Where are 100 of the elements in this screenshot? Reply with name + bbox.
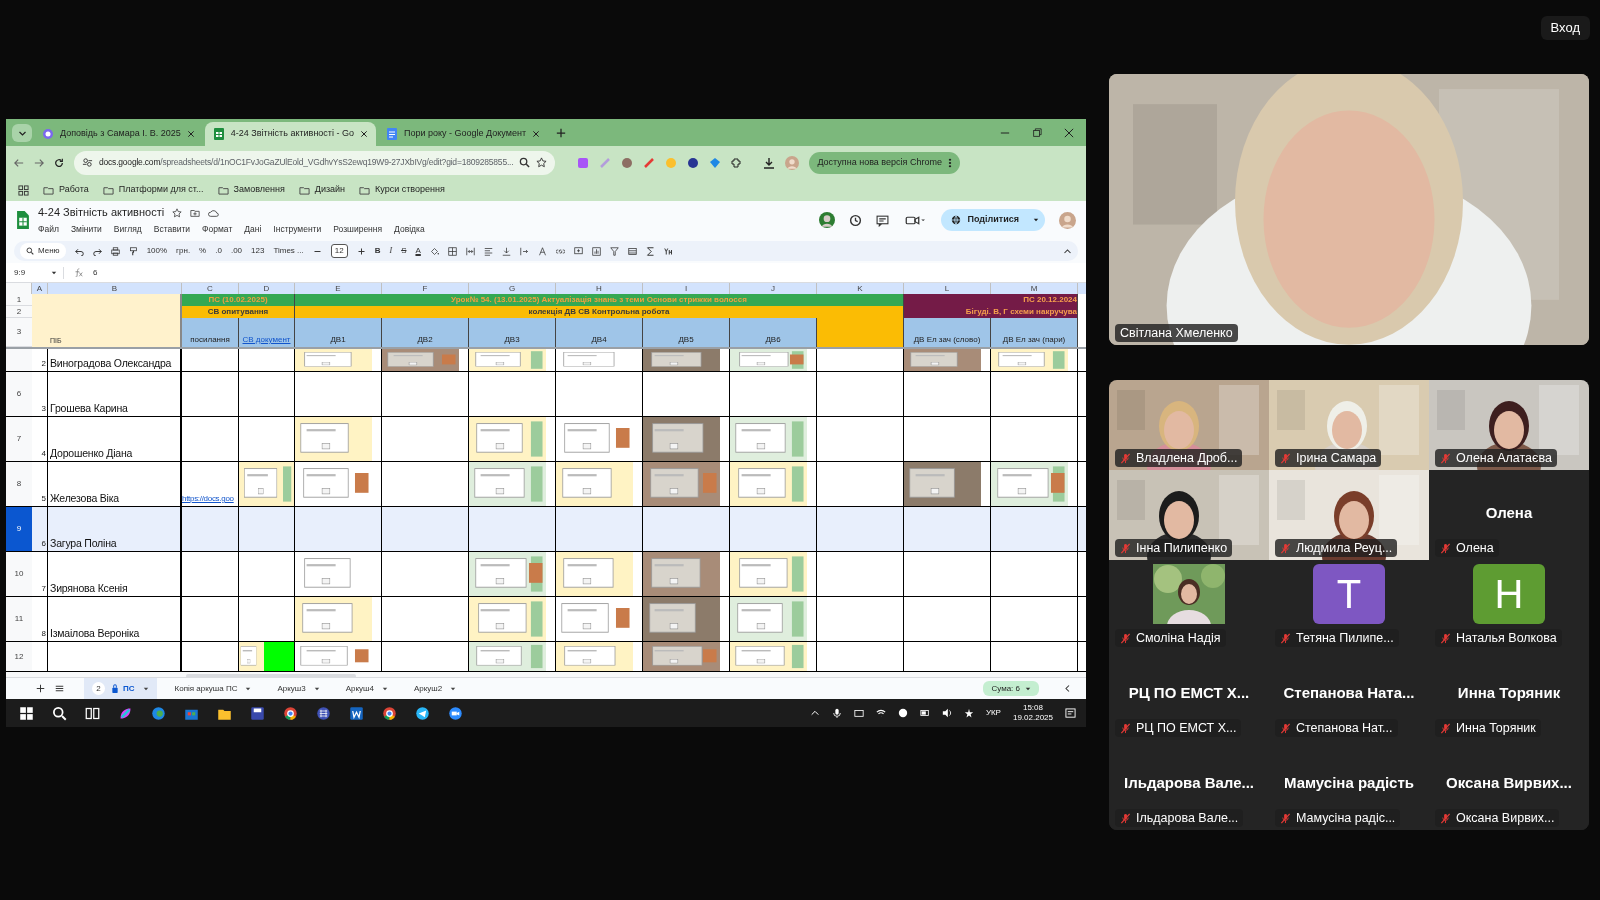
zoom-select[interactable]: 100%: [146, 245, 168, 257]
menu-item[interactable]: Дані: [244, 222, 262, 236]
strikethrough-button[interactable]: S: [401, 245, 407, 257]
language-indicator[interactable]: УКР: [985, 707, 1001, 719]
font-size-field[interactable]: 12: [330, 244, 348, 258]
participant-name: Мамусіна радість: [1283, 773, 1415, 793]
name-label: Олена Алатаєва: [1435, 449, 1557, 467]
clock[interactable]: 15:08 19.02.2025: [1012, 703, 1053, 723]
row-number[interactable]: 7: [6, 417, 32, 461]
decrease-decimals[interactable]: .0: [215, 245, 222, 257]
bookmark[interactable]: Дизайн: [298, 183, 346, 197]
participant-name: Олена: [1485, 503, 1533, 523]
share-button[interactable]: Поділитися: [941, 209, 1045, 231]
table-cell: 6: [32, 507, 48, 551]
header-cell: СВ опитування: [207, 306, 269, 318]
menu-item[interactable]: Файл: [38, 222, 59, 236]
header-cell: колекція ДВ СВ Контрольна робота: [528, 306, 670, 318]
bold-button[interactable]: B: [374, 245, 381, 257]
header-cell: ПС 20.12.2024: [1023, 294, 1077, 306]
menu-item[interactable]: Довідка: [394, 222, 425, 236]
bookmark[interactable]: Курси створення: [359, 183, 445, 197]
participant-name: Оксана Вирвих...: [1446, 773, 1572, 793]
increase-decimals[interactable]: .00: [230, 245, 243, 257]
column-label: ДВ4: [591, 334, 607, 346]
avatar: T: [1313, 564, 1385, 624]
menu-item[interactable]: Вставити: [153, 222, 191, 236]
row-number[interactable]: 11: [6, 597, 32, 641]
row-number[interactable]: 3: [6, 318, 32, 347]
browser-tab[interactable]: Доповідь з Самара І. В. 2025: [34, 122, 203, 146]
name-label: Олена: [1435, 539, 1499, 557]
name-label: Інна Пилипенко: [1115, 539, 1233, 557]
sheet-tab[interactable]: 2 ПС: [84, 677, 157, 699]
row-number[interactable]: 1: [6, 294, 32, 306]
name-label: Людмила Реуц...: [1275, 539, 1398, 557]
address-bar[interactable]: docs.google.com/spreadsheets/d/1nOC1FvJoGaZUlEold_VGdhvYsS2ewq19W9-27JXbIVg/edit?gid=1809285855...: [74, 150, 556, 175]
column-label: ДВ2: [417, 334, 433, 346]
sheet-tab[interactable]: Копія аркуша ПС: [166, 677, 260, 699]
header-cell: Бігуді. В, Г схеми накручува: [965, 306, 1077, 318]
column-label: посилання: [190, 334, 230, 346]
menu-item[interactable]: Формат: [202, 222, 233, 236]
percent-format[interactable]: %: [199, 245, 207, 257]
browser-tab[interactable]: 4-24 Звітність активності - Go: [204, 122, 376, 146]
menu-search-field[interactable]: Меню: [20, 243, 66, 259]
formula-field[interactable]: 6: [93, 266, 98, 279]
participant-name: Инна Торяник: [1457, 683, 1561, 703]
column-label: ДВ Ел зач (пари): [1002, 334, 1066, 346]
participant-name: Степанова Ната...: [1283, 683, 1415, 703]
row-number[interactable]: 9: [6, 507, 32, 551]
sheet-tab[interactable]: Аркуш4: [337, 677, 396, 699]
name-box[interactable]: 9:9: [14, 266, 64, 279]
update-chrome-button[interactable]: Доступна нова версія Chrome: [809, 151, 960, 174]
name-label: Оксана Вирвих...: [1435, 809, 1560, 827]
name-label: Мамусіна радіс...: [1275, 809, 1401, 827]
row-number[interactable]: 6: [6, 372, 32, 416]
name-label: Владлена Дроб...: [1115, 449, 1243, 467]
table-cell: 5: [32, 462, 48, 506]
menu-item[interactable]: Розширення: [333, 222, 383, 236]
text-color-button[interactable]: A: [415, 245, 421, 257]
sign-in-button[interactable]: Вход: [1540, 16, 1590, 40]
link[interactable]: https://docs.goo: [182, 493, 234, 505]
column-label: ДВ5: [678, 334, 694, 346]
row-number[interactable]: 8: [6, 462, 32, 506]
name-label: Смоліна Надія: [1115, 629, 1226, 647]
document-title[interactable]: 4-24 Звітність активності: [38, 204, 165, 221]
table-cell: 8: [32, 597, 48, 641]
browser-tab[interactable]: Пори року - Google Документ: [378, 122, 548, 146]
table-cell: 3: [32, 372, 48, 416]
name-label: Ірина Самара: [1275, 449, 1382, 467]
currency-format[interactable]: грн.: [176, 245, 191, 257]
name-label: Инна Торяник: [1435, 719, 1541, 737]
column-label: ДВ3: [504, 334, 520, 346]
bookmark[interactable]: Платформи для ст...: [102, 183, 204, 197]
table-cell: 7: [32, 552, 48, 596]
row-number[interactable]: 10: [6, 552, 32, 596]
column-label: ДВ6: [765, 334, 781, 346]
bookmark[interactable]: Замовлення: [217, 183, 285, 197]
name-label: Наталья Волкова: [1435, 629, 1562, 647]
name-label: РЦ ПО ЕМСТ Х...: [1115, 719, 1242, 737]
bookmark[interactable]: Работа: [43, 183, 89, 197]
sheet-tab[interactable]: Аркуш3: [269, 677, 328, 699]
row-number[interactable]: 2: [6, 306, 32, 318]
italic-button[interactable]: I: [389, 245, 393, 257]
avatar: H: [1473, 564, 1545, 624]
url-text: docs.google.com/spreadsheets/d/1nOC1FvJoGaZUlEold_VGdhvYsS2ewq19W9-27JXbIVg/edit?gid=1809285855...: [99, 156, 514, 169]
participant-name: РЦ ПО ЕМСТ Х...: [1128, 683, 1250, 703]
menu-item[interactable]: Змінити: [70, 222, 102, 236]
sum-button[interactable]: Сума: 6: [983, 681, 1039, 696]
number-format[interactable]: 123: [251, 245, 265, 257]
menu-item[interactable]: Інструменти: [273, 222, 322, 236]
column-label: ДВ Ел зач (слово): [913, 334, 981, 346]
count-badge: 2: [92, 682, 105, 695]
menu-item[interactable]: Вигляд: [113, 222, 142, 236]
font-select[interactable]: Times ...: [273, 245, 304, 257]
name-label: Світлана Хмеленко: [1115, 324, 1238, 342]
sheet-tab[interactable]: Аркуш2: [405, 677, 465, 699]
header-cell: ПС (10.02.2025): [208, 294, 268, 306]
table-cell: 4: [32, 417, 48, 461]
name-label: Ільдарова Вале...: [1115, 809, 1244, 827]
row-number[interactable]: 12: [6, 642, 32, 671]
header-cell: Урок№ 54. (13.01.2025) Актуалізація знань з теми Основи стрижки волосся: [451, 294, 747, 306]
